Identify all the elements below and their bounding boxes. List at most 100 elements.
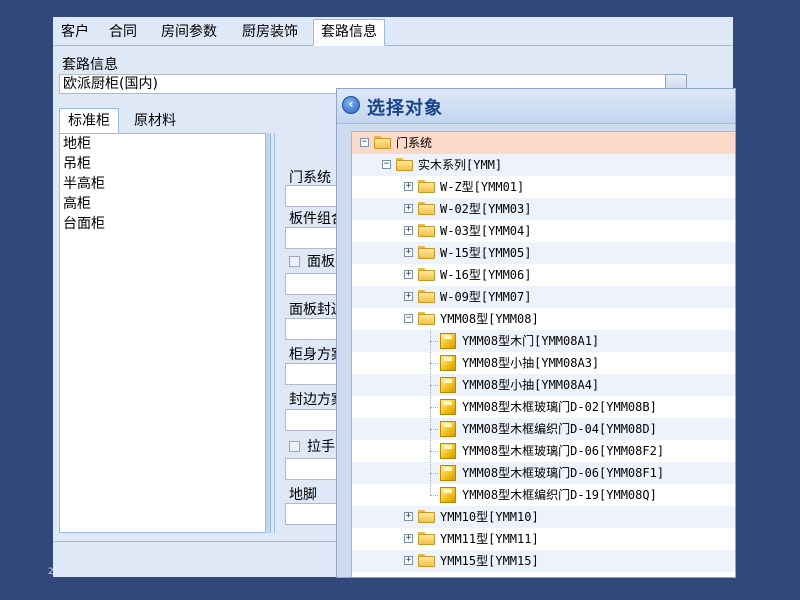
cube-icon [440,355,456,371]
tree-connector [430,451,438,452]
expand-icon[interactable]: + [404,270,413,279]
list-item[interactable]: 半高柜 [60,174,265,194]
expand-icon[interactable]: + [404,556,413,565]
cube-icon [440,399,456,415]
collapse-icon[interactable]: − [404,314,413,323]
tree-connector [430,363,438,364]
tab-standard-cabinet[interactable]: 标准柜 [59,108,119,134]
sub-tab-bar: 标准柜 原材料 [59,106,339,134]
panel-splitter[interactable] [266,133,271,533]
handle-checkbox[interactable] [289,441,300,452]
tree-folder-node[interactable]: + W-09型[YMM07] [352,286,735,308]
expand-icon[interactable]: + [404,292,413,301]
tree-folder-node[interactable]: − 实木系列[YMM] [352,154,735,176]
slide-number: 2 [48,567,54,577]
tree-node-label: YMM08型小抽[YMM08A3] [462,356,600,370]
dialog-title: 选择对象 [367,98,443,119]
tree-node-label: YMM08型木框编织门D-19[YMM08Q] [462,488,657,502]
folder-icon [418,290,435,303]
main-tab-bar: 客户 合同 房间参数 厨房装饰 套路信息 [53,17,733,46]
tree-connector [430,429,438,430]
cube-icon [440,333,456,349]
folder-icon [396,158,413,171]
tree-node-label: YMM08型[YMM08] [440,312,539,326]
collapse-icon[interactable]: − [382,160,391,169]
panel-checkbox[interactable] [289,256,300,267]
tree-node-label: YMM08型木门[YMM08A1] [462,334,600,348]
panel-check-label: 面板 [307,254,335,270]
tab-room-params[interactable]: 房间参数 [153,19,225,43]
folder-icon [374,136,391,149]
list-item[interactable]: 吊柜 [60,154,265,174]
door-system-label: 门系统 [289,170,331,186]
tree-item-node[interactable]: YMM08型木框编织门D-19[YMM08Q] [352,484,735,506]
folder-icon [418,312,435,325]
expand-icon[interactable]: + [404,204,413,213]
tree-folder-node[interactable]: + W-02型[YMM03] [352,198,735,220]
tab-contract[interactable]: 合同 [101,19,145,43]
tree-node-label: 门系统 [396,136,433,150]
tree-node-label: YMM08型木框玻璃门D-06[YMM08F2] [462,444,665,458]
cube-icon [440,421,456,437]
tree-folder-node[interactable]: − YMM08型[YMM08] [352,308,735,330]
route-label: 套路信息 [62,57,118,73]
handle-check-label: 拉手 [307,439,335,455]
tree-folder-node[interactable]: − 门系统 [352,132,735,154]
tree-node-label: W-16型[YMM06] [440,268,532,282]
expand-icon[interactable]: + [404,226,413,235]
cube-icon [440,487,456,503]
cube-icon [440,465,456,481]
tree-folder-node[interactable]: + YMM11型[YMM11] [352,528,735,550]
back-arrow-icon[interactable]: ‹ [342,96,360,114]
tree-connector [430,407,438,408]
list-item[interactable]: 高柜 [60,194,265,214]
list-item[interactable]: 台面柜 [60,214,265,234]
dialog-header[interactable]: ‹ 选择对象 [337,89,735,124]
folder-icon [418,554,435,567]
collapse-icon[interactable]: − [360,138,369,147]
folder-icon [418,202,435,215]
tab-route-info[interactable]: 套路信息 [313,19,385,46]
tree-item-node[interactable]: YMM08型木框玻璃门D-06[YMM08F1] [352,462,735,484]
tree-folder-node[interactable]: + W-03型[YMM04] [352,220,735,242]
folder-icon [418,180,435,193]
tree-folder-node[interactable]: + W-15型[YMM05] [352,242,735,264]
tree-guide-line [430,330,431,495]
tab-customer[interactable]: 客户 [53,19,97,43]
tree-folder-node[interactable]: + W-16型[YMM06] [352,264,735,286]
expand-icon[interactable]: + [404,512,413,521]
tree-item-node[interactable]: YMM08型木框玻璃门D-02[YMM08B] [352,396,735,418]
tree-node-label: YMM08型木框玻璃门D-06[YMM08F1] [462,466,665,480]
tree-folder-node[interactable]: + W-Z型[YMM01] [352,176,735,198]
tab-raw-material[interactable]: 原材料 [125,108,185,134]
folder-icon [418,224,435,237]
tree-folder-node[interactable]: + YMM10型[YMM10] [352,506,735,528]
tree-node-label: 实木系列[YMM] [418,158,503,172]
tree-node-label: W-02型[YMM03] [440,202,532,216]
expand-icon[interactable]: + [404,534,413,543]
tree-node-label: W-Z型[YMM01] [440,180,525,194]
tab-kitchen-decor[interactable]: 厨房装饰 [234,19,306,43]
tree-node-label: YMM08型小抽[YMM08A4] [462,378,600,392]
cabinet-list: 地柜 吊柜 半高柜 高柜 台面柜 [59,133,266,533]
tree-node-label: YMM08型木框玻璃门D-02[YMM08B] [462,400,657,414]
select-object-dialog: ‹ 选择对象 − 门系统 − 实木系列[YMM] + W-Z型[YMM01] + W-02型[… [336,88,736,578]
tree-item-node[interactable]: YMM08型小抽[YMM08A4] [352,374,735,396]
expand-icon[interactable]: + [404,182,413,191]
cube-icon [440,443,456,459]
folder-icon [418,510,435,523]
tree-item-node[interactable]: YMM08型木门[YMM08A1] [352,330,735,352]
tree-item-node[interactable]: YMM08型木框编织门D-04[YMM08D] [352,418,735,440]
tree-connector [430,495,438,496]
tree-node-label: YMM10型[YMM10] [440,510,539,524]
folder-icon [418,268,435,281]
tree-node-label: YMM08型木框编织门D-04[YMM08D] [462,422,657,436]
tree-node-label: W-09型[YMM07] [440,290,532,304]
tree-folder-node[interactable]: + YMM15型[YMM15] [352,550,735,572]
tree-connector [430,385,438,386]
expand-icon[interactable]: + [404,248,413,257]
list-item[interactable]: 地柜 [60,134,265,154]
folder-icon [418,246,435,259]
tree-item-node[interactable]: YMM08型小抽[YMM08A3] [352,352,735,374]
tree-item-node[interactable]: YMM08型木框玻璃门D-06[YMM08F2] [352,440,735,462]
